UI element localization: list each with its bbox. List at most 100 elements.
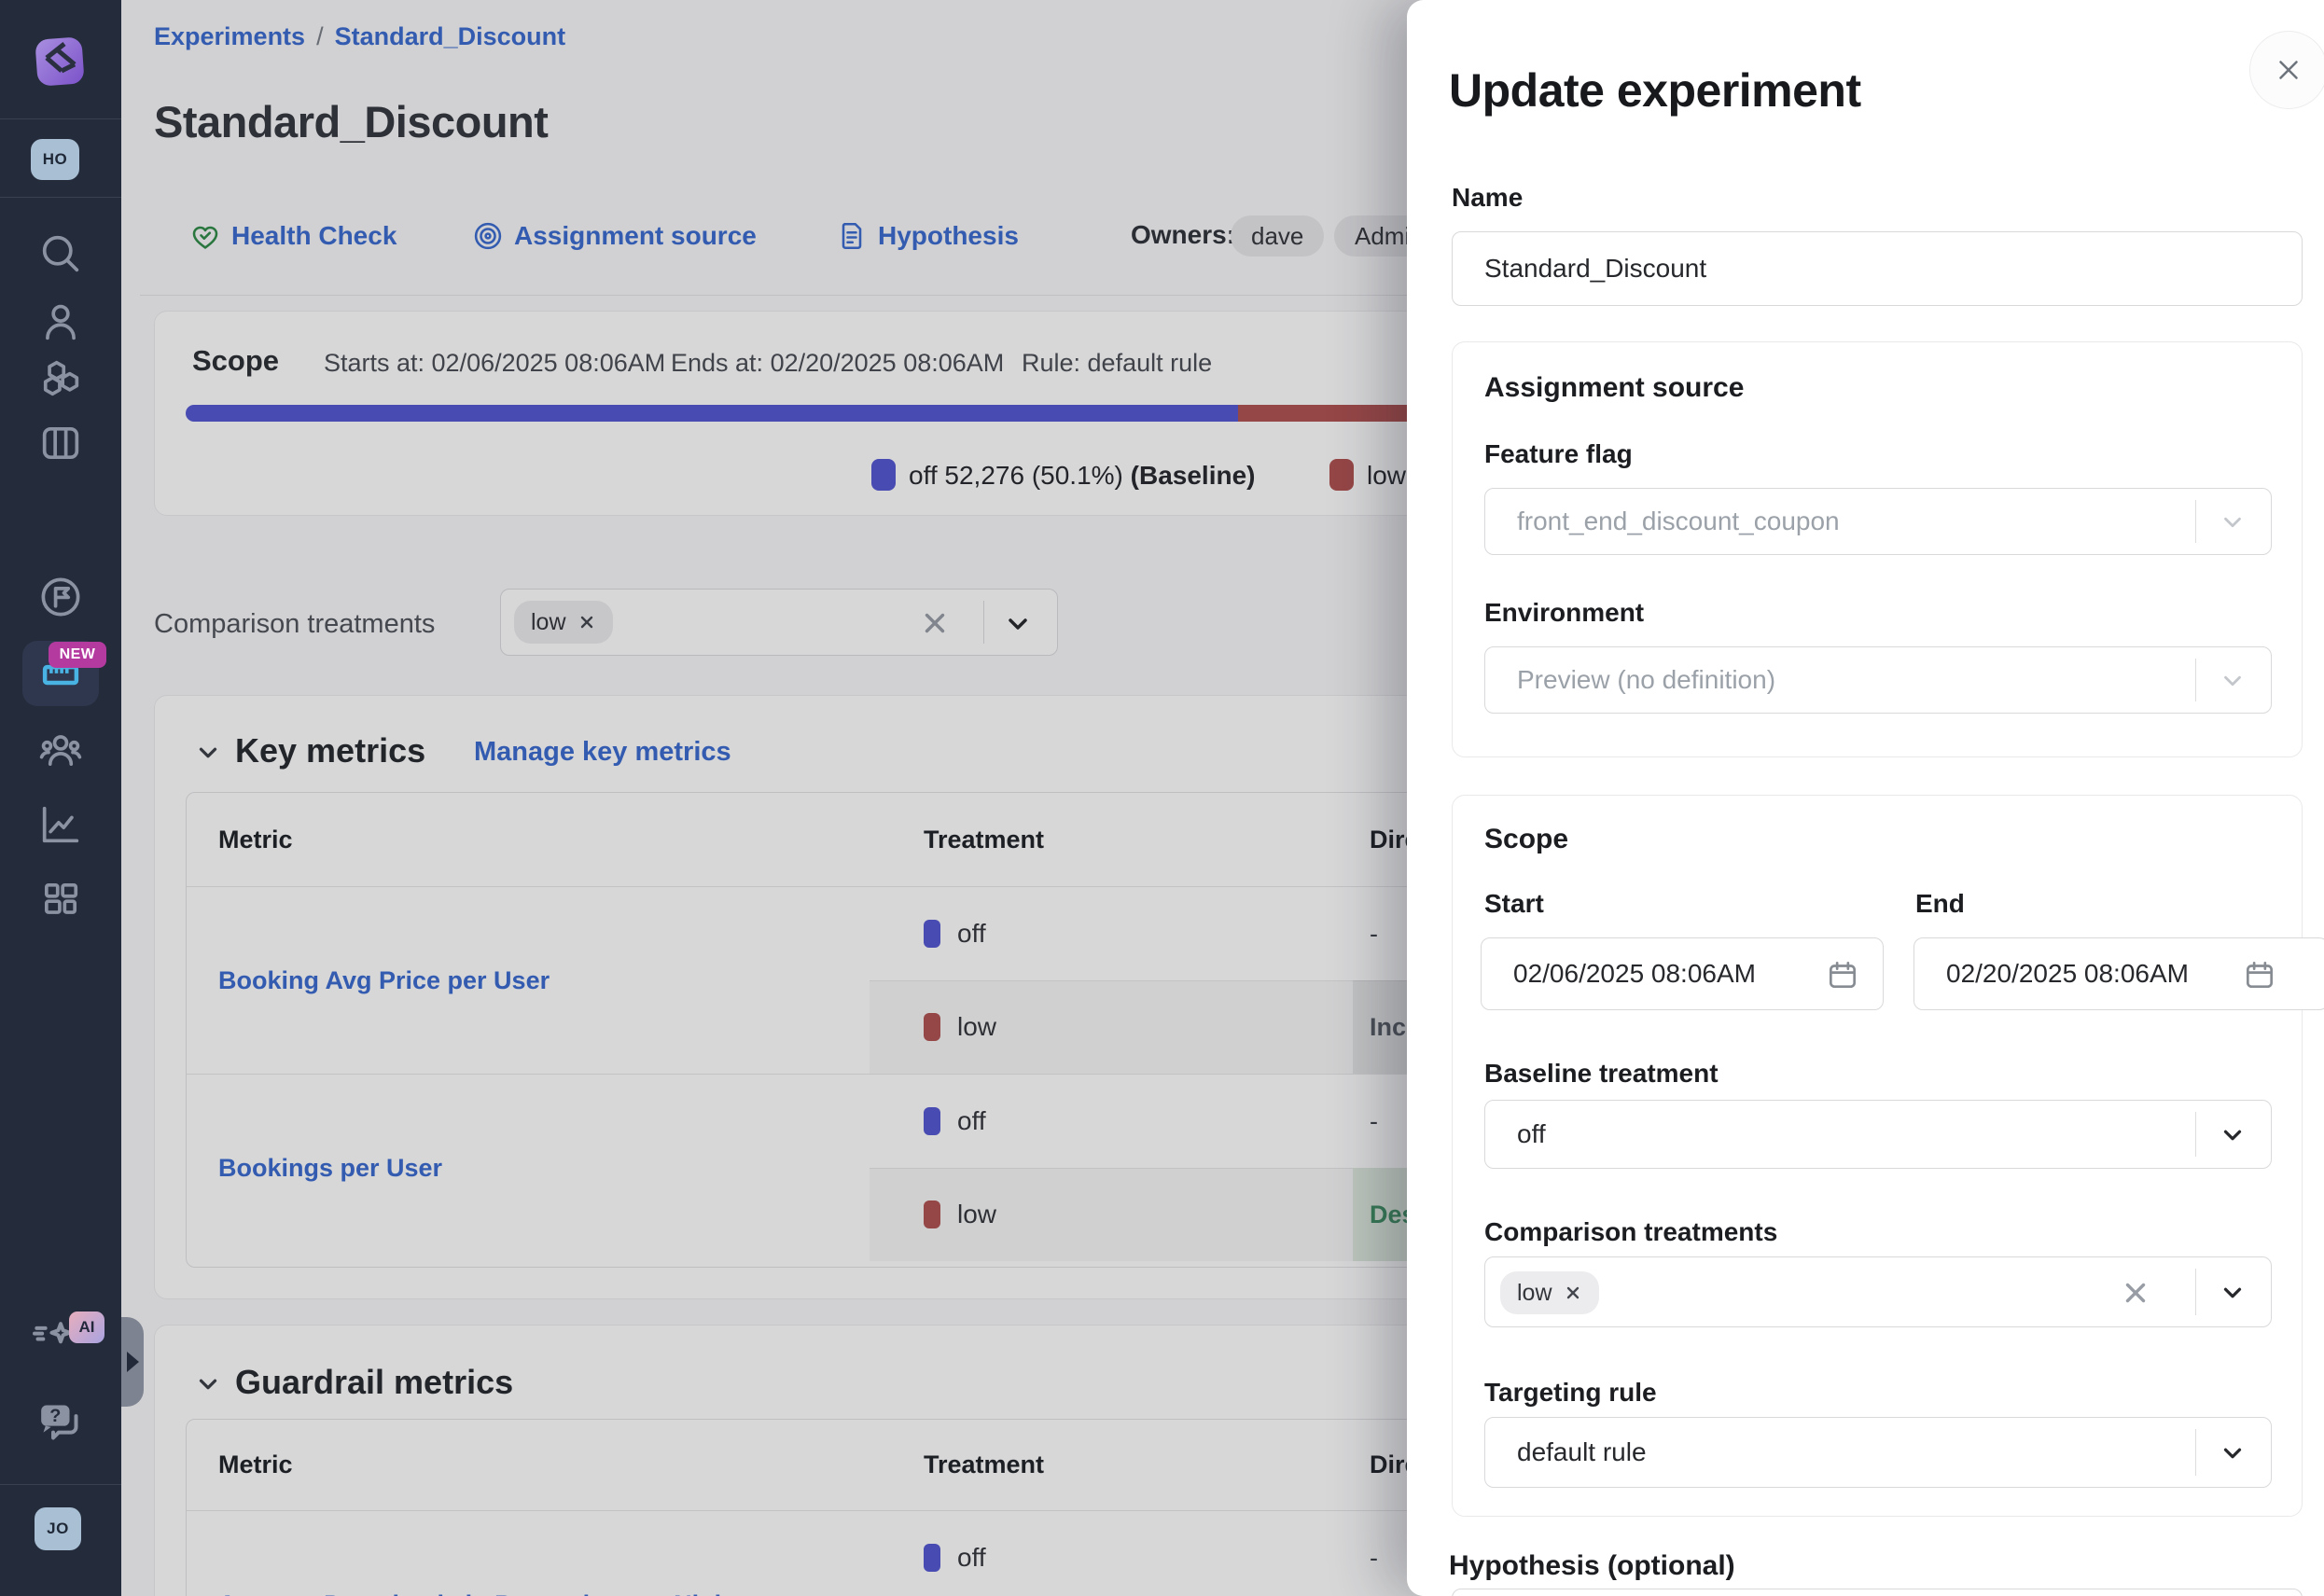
assignment-source-link[interactable]: Assignment source [471,213,757,259]
app-logo[interactable] [34,35,86,88]
scope-starts-at: Starts at: 02/06/2025 08:06AM [324,349,665,378]
chevron-down-icon[interactable] [2219,1279,2247,1307]
assignment-source-label: Assignment source [514,221,757,251]
chevron-down-icon[interactable] [2219,1121,2247,1149]
calendar-icon[interactable] [1825,957,1860,992]
manage-key-metrics-link[interactable]: Manage key metrics [474,737,731,768]
treatment-chip-low[interactable]: low [1500,1271,1599,1314]
hypothesis-label: Hypothesis [878,221,1019,251]
feature-flag-value: front_end_discount_coupon [1517,507,1840,536]
end-date-value: 02/20/2025 08:06AM [1946,959,2189,989]
hypothesis-link[interactable]: Hypothesis [835,213,1019,259]
dashboard-icon[interactable] [36,875,85,923]
chip-remove-icon[interactable] [578,613,596,631]
people-icon[interactable] [36,726,85,774]
col-metric: Metric [218,793,293,886]
chevron-down-icon[interactable] [1003,609,1033,639]
treatment-label: low [957,980,996,1074]
chevron-down-icon[interactable] [2219,1439,2247,1467]
legend-swatch-low [1329,459,1354,491]
start-date-input[interactable]: 02/06/2025 08:06AM [1481,937,1884,1010]
health-check-link[interactable]: Health Check [188,213,397,259]
hexagons-icon[interactable] [36,354,85,403]
name-label: Name [1452,183,1523,213]
breadcrumb-experiments[interactable]: Experiments [154,22,305,51]
chevron-down-icon [2219,667,2247,695]
search-icon[interactable] [36,229,85,278]
start-label: Start [1484,889,1544,919]
comparison-treatments-select[interactable]: low [500,589,1058,656]
new-badge: NEW [49,642,106,668]
update-experiment-drawer: Update experiment Name Standard_Discount… [1407,0,2324,1596]
treatment-swatch-off [924,920,940,948]
arrow-right-icon [127,1352,139,1372]
target-icon [471,219,505,253]
person-icon[interactable] [36,298,85,346]
treatment-label: low [957,1168,996,1261]
baseline-treatment-select[interactable]: off [1484,1100,2272,1169]
guardrail-metrics-title: Guardrail metrics [235,1363,513,1402]
environment-label: Environment [1484,598,1644,628]
assignment-source-heading: Assignment source [1484,372,1744,404]
legend-off: off 52,276 (50.1%) (Baseline) [909,461,1255,491]
select-divider [2195,1429,2196,1476]
hypothesis-textarea[interactable] [1452,1589,2303,1596]
panel-expand-handle[interactable] [121,1317,144,1407]
baseline-treatment-value: off [1517,1119,1546,1149]
breadcrumb-separator: / [305,22,335,51]
col-treatment: Treatment [924,1420,1044,1510]
feature-flag-label: Feature flag [1484,439,1633,469]
end-date-input[interactable]: 02/20/2025 08:06AM [1913,937,2324,1010]
treatment-chip-low[interactable]: low [514,601,613,644]
flag-icon[interactable] [36,573,85,621]
breadcrumb-current[interactable]: Standard_Discount [335,22,566,51]
chip-remove-icon[interactable] [1564,1284,1582,1302]
clear-selection-icon[interactable] [919,607,951,639]
calendar-icon[interactable] [2242,957,2277,992]
treatment-swatch-low [924,1013,940,1041]
collapse-chevron-icon[interactable] [194,1370,222,1398]
collapse-chevron-icon[interactable] [194,739,222,767]
line-chart-icon[interactable] [36,800,85,849]
scope-summary-title: Scope [192,344,279,378]
name-input[interactable]: Standard_Discount [1452,231,2303,306]
treatment-label: off [957,1075,986,1168]
user-avatar[interactable]: JO [35,1507,81,1550]
scope-rule: Rule: default rule [1022,349,1212,378]
scope-card: Scope Start End 02/06/2025 08:06AM 02/20… [1452,795,2303,1517]
close-button[interactable] [2249,31,2324,109]
select-divider [983,601,984,644]
select-divider [2195,1112,2196,1157]
legend-low: low [1367,461,1406,491]
select-divider [2195,500,2196,543]
col-treatment: Treatment [924,793,1044,886]
treatment-swatch-off [924,1544,940,1572]
columns-icon[interactable] [36,419,85,467]
scope-heading: Scope [1484,824,1568,855]
comparison-treatments-select[interactable]: low [1484,1256,2272,1327]
treatment-label: off [957,1511,986,1596]
targeting-rule-value: default rule [1517,1437,1647,1467]
targeting-rule-select[interactable]: default rule [1484,1417,2272,1488]
owners-label: Owners: [1131,220,1235,250]
start-date-value: 02/06/2025 08:06AM [1513,959,1756,989]
hypothesis-heading: Hypothesis (optional) [1449,1550,1735,1582]
treatment-chip-label: low [1517,1280,1552,1307]
col-metric: Metric [218,1420,293,1510]
svg-text:?: ? [49,1406,61,1426]
treatment-swatch-off [924,1107,940,1135]
legend-swatch-off [871,459,896,491]
clear-selection-icon[interactable] [2120,1277,2151,1309]
workspace-badge[interactable]: HO [31,139,79,180]
environment-select[interactable]: Preview (no definition) [1484,646,2272,714]
environment-value: Preview (no definition) [1517,665,1775,695]
owner-chip-dave[interactable]: dave [1231,215,1324,257]
ai-badge: AI [69,1311,104,1343]
scope-ends-at: Ends at: 02/20/2025 08:06AM [671,349,1004,378]
health-check-label: Health Check [231,221,397,251]
treatment-chip-label: low [531,609,566,636]
feature-flag-select[interactable]: front_end_discount_coupon [1484,488,2272,555]
help-chat-icon[interactable]: ? [34,1395,86,1448]
assignment-source-card: Assignment source Feature flag front_end… [1452,341,2303,757]
baseline-treatment-label: Baseline treatment [1484,1059,1719,1089]
